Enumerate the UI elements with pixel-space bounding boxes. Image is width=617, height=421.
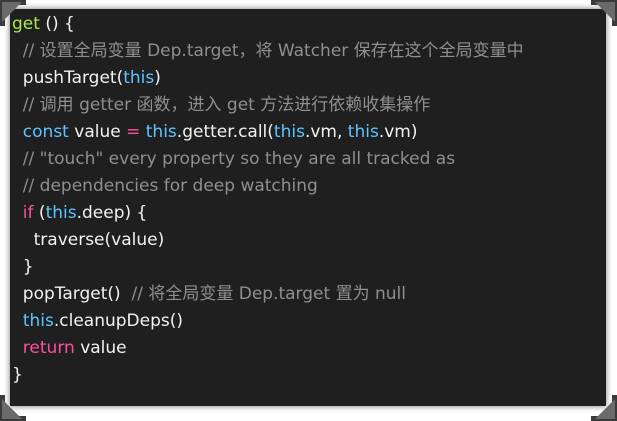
screenshot-frame: get () { // 设置全局变量 Dep.target，将 Watcher … <box>0 0 617 421</box>
code-token: .vm) <box>378 122 418 142</box>
code-comment: // 调用 getter 函数，进入 get 方法进行依赖收集操作 <box>12 95 431 115</box>
code-token: traverse(value) <box>12 230 165 250</box>
code-line: get () { <box>12 11 524 38</box>
code-token: .vm, <box>304 122 348 142</box>
code-comment: // "touch" every property so they are al… <box>12 149 456 169</box>
code-comment: // dependencies for deep watching <box>12 176 318 196</box>
code-line: // "touch" every property so they are al… <box>12 146 524 173</box>
code-line: const value = this.getter.call(this.vm, … <box>12 119 524 146</box>
code-token: this <box>347 122 379 142</box>
code-token: ) <box>154 68 161 88</box>
code-token: .cleanupDeps() <box>53 311 183 331</box>
code-comment: // 设置全局变量 Dep.target，将 Watcher 保存在这个全局变量… <box>12 41 524 61</box>
code-token: const <box>12 122 69 142</box>
code-token: ( <box>33 203 46 223</box>
code-token: value <box>74 338 127 358</box>
code-line: this.cleanupDeps() <box>12 308 524 335</box>
code-block: get () { // 设置全局变量 Dep.target，将 Watcher … <box>12 11 524 389</box>
code-line: pushTarget(this) <box>12 65 524 92</box>
code-token: pushTarget( <box>12 68 124 88</box>
code-token: this <box>22 311 54 331</box>
code-token: this <box>273 122 305 142</box>
code-token: popTarget() <box>12 284 132 304</box>
code-token: .deep) { <box>76 203 148 223</box>
code-line: return value <box>12 335 524 362</box>
code-token: if <box>12 203 34 223</box>
code-comment: // 将全局变量 Dep.target 置为 null <box>131 284 406 304</box>
code-token: this <box>145 122 177 142</box>
code-token: } <box>12 257 34 277</box>
corner-clip-icon <box>589 0 617 28</box>
code-line: } <box>12 362 524 389</box>
corner-clip-icon <box>0 393 28 421</box>
code-line: // 设置全局变量 Dep.target，将 Watcher 保存在这个全局变量… <box>12 38 524 65</box>
code-token: = <box>126 122 141 142</box>
code-token: this <box>123 68 155 88</box>
code-token: .getter.call( <box>176 122 274 142</box>
code-editor: get () { // 设置全局变量 Dep.target，将 Watcher … <box>10 9 606 406</box>
code-line: popTarget() // 将全局变量 Dep.target 置为 null <box>12 281 524 308</box>
code-token: this <box>45 203 77 223</box>
corner-clip-icon <box>589 393 617 421</box>
corner-clip-icon <box>0 0 28 28</box>
code-line: } <box>12 254 524 281</box>
code-line: // 调用 getter 函数，进入 get 方法进行依赖收集操作 <box>12 92 524 119</box>
code-token: return <box>12 338 75 358</box>
code-line: if (this.deep) { <box>12 200 524 227</box>
code-line: traverse(value) <box>12 227 524 254</box>
code-token: } <box>12 365 23 385</box>
code-token: value <box>68 122 127 142</box>
code-line: // dependencies for deep watching <box>12 173 524 200</box>
code-token: () { <box>39 14 75 34</box>
